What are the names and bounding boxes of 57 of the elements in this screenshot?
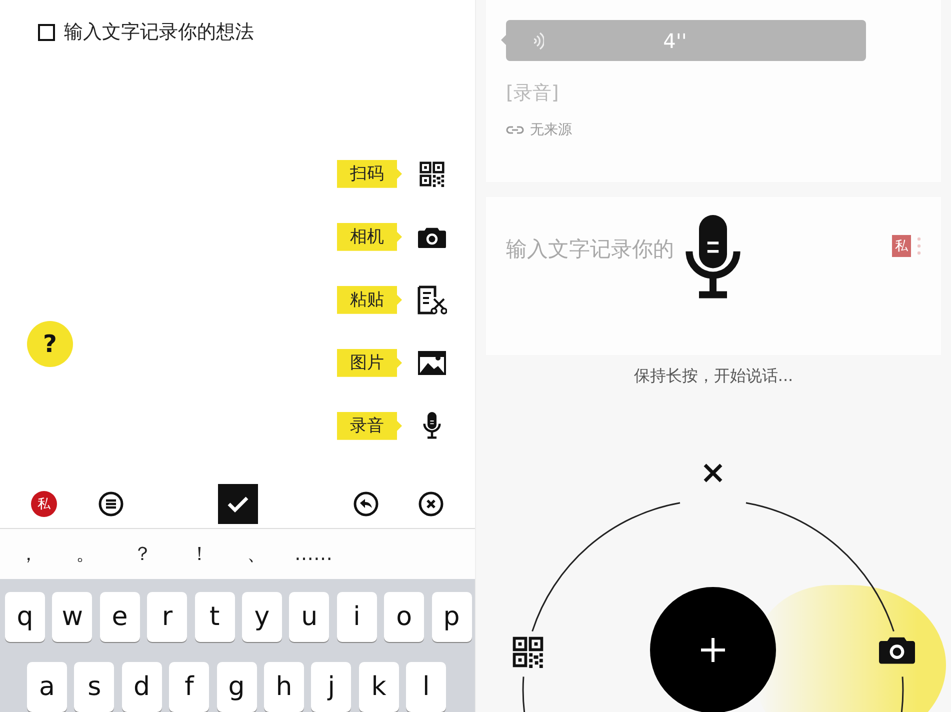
draft-title: 输入文字记录你的 (506, 236, 674, 263)
action-label[interactable]: 粘贴 (337, 286, 402, 314)
link-icon (506, 125, 524, 135)
image-icon[interactable] (418, 350, 446, 375)
paste-icon[interactable] (417, 284, 447, 315)
keyboard-key[interactable]: l (406, 662, 446, 712)
keyboard-key[interactable]: f (169, 662, 210, 712)
checkbox[interactable] (38, 24, 55, 41)
keyboard-key[interactable]: q (5, 592, 45, 642)
camera-icon[interactable] (879, 635, 915, 664)
close-icon[interactable] (702, 462, 724, 484)
keyboard-key[interactable]: t (194, 592, 235, 642)
keyboard-key[interactable]: e (100, 592, 140, 642)
keyboard-key[interactable]: h (264, 662, 304, 712)
keyboard-key[interactable]: k (358, 662, 399, 712)
punctuation-suggestion[interactable]: …… (285, 542, 342, 565)
keyboard-key[interactable]: s (74, 662, 114, 712)
qr-code-icon[interactable] (512, 636, 544, 668)
plus-icon (700, 637, 726, 663)
keyboard-key[interactable]: o (384, 592, 424, 642)
action-label[interactable]: 录音 (337, 412, 402, 440)
microphone-icon[interactable] (423, 412, 441, 440)
punctuation-suggestion[interactable]: 。 (57, 540, 114, 567)
sound-wave-icon (532, 30, 544, 50)
keyboard-key[interactable]: a (27, 662, 67, 712)
keyboard-key[interactable]: y (242, 592, 282, 642)
punctuation-suggestion[interactable]: 、 (228, 540, 285, 567)
camera-icon[interactable] (418, 226, 446, 248)
note-source: 无来源 (530, 121, 572, 139)
qr-code-icon[interactable] (419, 160, 445, 187)
punctuation-suggestion[interactable]: ！ (171, 540, 228, 567)
check-icon (227, 494, 249, 513)
action-label[interactable]: 扫码 (337, 160, 402, 188)
clear-icon[interactable] (418, 490, 444, 517)
microphone-icon (685, 215, 741, 299)
note-text: [录音] (506, 81, 560, 106)
keyboard-key[interactable]: r (147, 592, 188, 642)
keyboard-key[interactable]: g (216, 662, 257, 712)
undo-icon[interactable] (353, 490, 379, 517)
punctuation-suggestion[interactable]: ， (0, 540, 57, 567)
confirm-button[interactable] (218, 484, 258, 524)
help-button[interactable]: ? (27, 320, 73, 367)
keyboard-key[interactable]: d (122, 662, 162, 712)
keyboard-key[interactable]: w (52, 592, 92, 642)
action-label[interactable]: 图片 (337, 348, 402, 377)
recording-hint: 保持长按，开始说话... (634, 366, 794, 387)
keyboard-key[interactable]: p (432, 592, 472, 642)
keyboard-key[interactable]: u (289, 592, 330, 642)
private-badge[interactable]: 私 (31, 490, 57, 517)
list-icon[interactable] (98, 490, 124, 517)
action-label[interactable]: 相机 (337, 222, 402, 251)
private-badge: 私 (892, 235, 911, 257)
keyboard-key[interactable]: i (336, 592, 377, 642)
voice-duration: 4'' (662, 28, 688, 52)
keyboard-key[interactable]: j (311, 662, 352, 712)
note-input-field[interactable]: 输入文字记录你的想法 (64, 19, 254, 46)
punctuation-suggestion[interactable]: ？ (114, 540, 171, 567)
